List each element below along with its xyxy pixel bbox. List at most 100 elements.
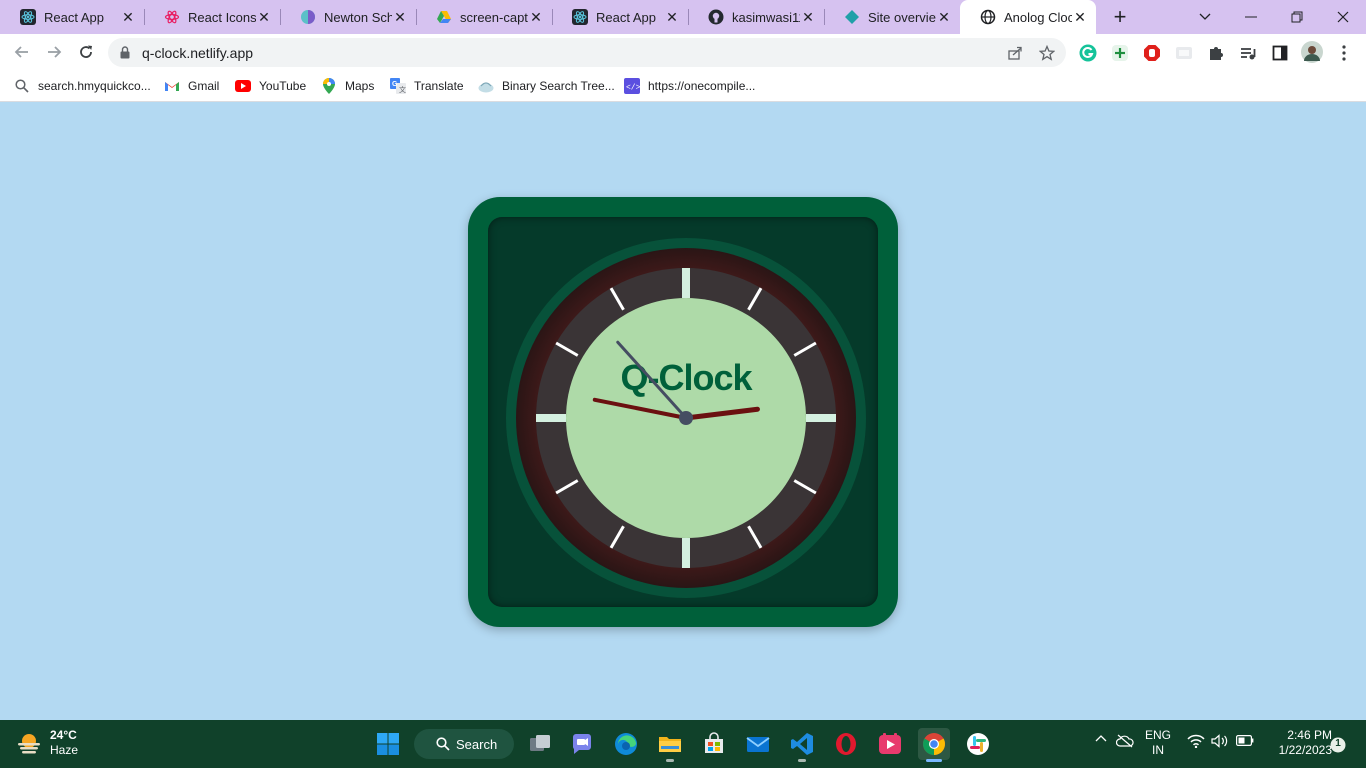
reload-button[interactable] <box>72 38 100 66</box>
battery-status[interactable] <box>1234 735 1256 746</box>
close-icon[interactable]: ✕ <box>120 9 136 25</box>
bookmark-label: search.hmyquickco... <box>38 79 151 93</box>
close-icon[interactable]: ✕ <box>392 9 408 25</box>
chat-icon <box>573 734 591 754</box>
share-icon[interactable] <box>1006 44 1024 62</box>
bookmark-item[interactable]: YouTube <box>235 76 306 96</box>
grammarly-icon[interactable] <box>1078 43 1098 63</box>
show-hidden-icons[interactable] <box>1092 734 1110 742</box>
chevron-up-icon <box>1095 735 1107 742</box>
restore-button[interactable] <box>1274 0 1320 34</box>
start-button[interactable] <box>372 728 404 760</box>
side-panel-icon[interactable] <box>1270 43 1290 63</box>
close-icon[interactable]: ✕ <box>528 9 544 25</box>
bookmark-item[interactable]: Gmail <box>164 76 219 96</box>
tab-title: screen-capture <box>460 9 528 25</box>
lock-icon <box>120 46 130 64</box>
back-button[interactable] <box>8 38 36 66</box>
tab-react-app-1[interactable]: React App ✕ <box>0 0 144 34</box>
system-clock[interactable]: 2:46 PM 1/22/2023 <box>1262 728 1332 758</box>
running-indicator <box>798 759 806 762</box>
taskbar-search[interactable]: Search <box>414 729 514 759</box>
tab-anolog-clock[interactable]: Anolog Clock ✕ <box>960 0 1096 34</box>
clock-title: Q-Clock <box>620 357 753 398</box>
newton-school-icon <box>300 9 316 25</box>
arrow-right-icon <box>48 46 62 58</box>
tab-newton-school[interactable]: Newton School ✕ <box>280 0 416 34</box>
url-text: q-clock.netlify.app <box>142 45 254 61</box>
opera-button[interactable] <box>830 728 862 760</box>
restore-icon <box>1291 11 1303 23</box>
vscode-button[interactable] <box>786 728 818 762</box>
bookmark-label: Gmail <box>188 79 220 93</box>
new-tab-button[interactable]: + <box>1108 4 1132 29</box>
clipchamp-button[interactable] <box>874 728 906 760</box>
close-icon[interactable]: ✕ <box>800 9 816 25</box>
teams-chat-button[interactable] <box>566 728 598 760</box>
bookmark-label: Binary Search Tree... <box>502 79 615 93</box>
slack-button[interactable] <box>962 728 994 760</box>
bookmarks-bar: search.hmyquickco... Gmail YouTube Maps … <box>0 70 1366 102</box>
bookmark-item[interactable]: </> https://onecompile... <box>624 76 755 96</box>
onedrive-status[interactable] <box>1114 734 1136 748</box>
tab-github[interactable]: kasimwasi111 ✕ <box>688 0 824 34</box>
bookmark-item[interactable]: G文 Translate <box>390 76 464 96</box>
mail-button[interactable] <box>742 728 774 760</box>
address-bar[interactable]: q-clock.netlify.app <box>108 38 1066 67</box>
page-viewport: Q-Clock <box>0 103 1366 720</box>
store-button[interactable] <box>698 728 730 760</box>
close-icon[interactable]: ✕ <box>256 9 272 25</box>
file-explorer-button[interactable] <box>654 728 686 762</box>
gmail-icon <box>164 78 180 94</box>
chevron-down-icon <box>1199 13 1211 20</box>
svg-text:G: G <box>392 81 398 88</box>
minimize-button[interactable] <box>1228 0 1274 34</box>
tab-site-overview[interactable]: Site overview ✕ <box>824 0 960 34</box>
analog-clock: Q-Clock <box>506 238 866 598</box>
close-icon[interactable]: ✕ <box>664 9 680 25</box>
bookmark-item[interactable]: search.hmyquickco... <box>14 76 151 96</box>
more-menu-icon[interactable] <box>1334 43 1354 63</box>
edge-icon <box>615 733 637 755</box>
wifi-status[interactable] <box>1186 734 1206 748</box>
tab-search-button[interactable] <box>1182 0 1228 34</box>
tab-strip: React App ✕ React Icons ✕ Newton School … <box>0 0 1366 34</box>
tab-title: kasimwasi111 <box>732 9 800 25</box>
browser-toolbar: q-clock.netlify.app <box>0 34 1366 70</box>
bookmark-star-icon[interactable] <box>1038 44 1056 62</box>
puzzle-extensions-icon[interactable] <box>1206 43 1226 63</box>
plus-extension-icon[interactable] <box>1110 43 1130 63</box>
adblock-icon[interactable] <box>1142 43 1162 63</box>
tab-title: Site overview <box>868 9 936 25</box>
window-close-button[interactable] <box>1320 0 1366 34</box>
notification-badge[interactable]: 1 <box>1330 737 1346 758</box>
tab-title: React App <box>596 9 656 25</box>
chrome-icon <box>923 733 945 755</box>
tab-react-icons[interactable]: React Icons ✕ <box>144 0 280 34</box>
store-icon <box>705 732 723 753</box>
bookmark-item[interactable]: Maps <box>321 76 374 96</box>
bst-icon <box>478 78 494 94</box>
tab-screen-capture[interactable]: screen-capture ✕ <box>416 0 552 34</box>
tab-react-app-2[interactable]: React App ✕ <box>552 0 688 34</box>
task-view-icon <box>530 735 550 751</box>
profile-avatar[interactable] <box>1301 41 1323 63</box>
chrome-button[interactable] <box>918 728 950 762</box>
tab-title: React App <box>44 9 104 25</box>
edge-button[interactable] <box>610 728 642 760</box>
clock-frame: Q-Clock <box>468 197 898 627</box>
speaker-icon <box>1211 734 1228 748</box>
close-icon[interactable]: ✕ <box>1072 9 1088 25</box>
close-icon[interactable]: ✕ <box>936 9 952 25</box>
forward-button[interactable] <box>40 38 68 66</box>
task-view-button[interactable] <box>524 728 556 760</box>
weather-widget[interactable]: 24°C Haze <box>16 728 78 758</box>
mail-icon <box>746 737 770 752</box>
reading-list-icon[interactable] <box>1238 43 1258 63</box>
volume-control[interactable] <box>1210 734 1230 748</box>
language-indicator[interactable]: ENG IN <box>1140 728 1176 758</box>
screen-capture-extension-icon[interactable] <box>1174 43 1194 63</box>
bookmark-item[interactable]: Binary Search Tree... <box>478 76 615 96</box>
system-time: 2:46 PM <box>1287 728 1332 742</box>
battery-icon <box>1236 735 1254 746</box>
